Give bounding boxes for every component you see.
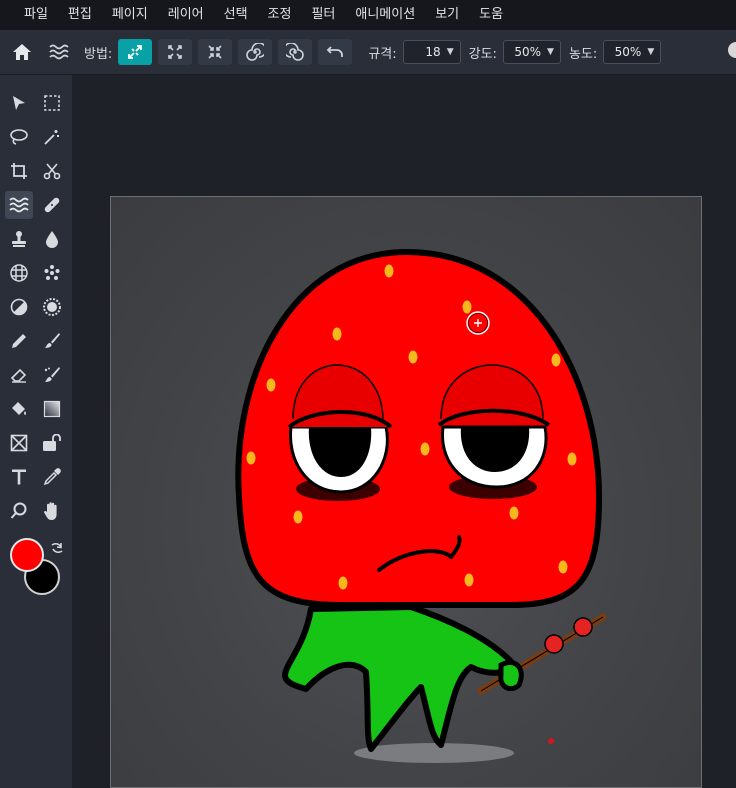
menu-page[interactable]: 페이지 (102, 0, 158, 30)
liquify-icon (46, 38, 74, 66)
blur-tool[interactable] (38, 225, 66, 253)
dots-tool[interactable] (38, 259, 66, 287)
expand-icon (168, 45, 183, 59)
scissors-tool[interactable] (38, 157, 66, 185)
menu-file[interactable]: 파일 (14, 0, 58, 30)
eyedropper-tool[interactable] (38, 463, 66, 491)
shrink-icon (208, 45, 222, 59)
stamp-icon (12, 231, 26, 247)
magic-wand-tool[interactable] (38, 123, 66, 151)
gradient-tool[interactable] (38, 395, 66, 423)
menu-edit[interactable]: 편집 (58, 0, 102, 30)
shape-tool[interactable] (5, 429, 33, 457)
dodge-icon (10, 298, 28, 316)
tool-panel (0, 75, 72, 788)
bucket-tool[interactable] (5, 395, 33, 423)
size-label: 규격: (368, 46, 397, 62)
move-icon (13, 96, 25, 110)
swap-colors-icon[interactable] (50, 540, 64, 559)
swirl-right-button[interactable] (238, 39, 273, 65)
text-tool[interactable] (5, 463, 33, 491)
swirl-left-button[interactable] (278, 39, 313, 65)
density-label: 농도: (568, 46, 598, 62)
pixelate-icon (10, 264, 28, 282)
eyedropper-icon (43, 468, 61, 486)
menu-layer[interactable]: 레이어 (158, 0, 214, 30)
move-tool[interactable] (5, 89, 33, 117)
home-icon[interactable] (8, 38, 36, 66)
crop-tool[interactable] (5, 157, 33, 185)
smudge-brush-icon (44, 367, 60, 382)
strength-value: 50% (514, 45, 542, 59)
menu-view[interactable]: 보기 (425, 0, 469, 30)
menu-adjust[interactable]: 조정 (258, 0, 302, 30)
healing-tool[interactable] (38, 191, 66, 219)
gradient-icon (43, 400, 61, 418)
density-select[interactable]: 50% ▼ (603, 40, 662, 64)
eraser-icon (10, 368, 27, 383)
foreground-color-swatch[interactable] (10, 538, 44, 572)
scissors-icon (43, 163, 61, 180)
pencil-tool[interactable] (5, 327, 33, 355)
sponge-tool[interactable] (38, 293, 66, 321)
shape-icon (10, 434, 28, 452)
shrink-mode-button[interactable] (198, 39, 233, 65)
lock-shape-icon (43, 434, 61, 451)
marquee-icon (44, 95, 60, 111)
magic-wand-icon (44, 130, 59, 145)
text-icon (12, 469, 26, 485)
strength-select[interactable]: 50% ▼ (502, 40, 561, 64)
expand-mode-button[interactable] (158, 39, 193, 65)
menu-select[interactable]: 선택 (214, 0, 258, 30)
push-icon (128, 45, 143, 59)
size-select[interactable]: 18 ▼ (402, 40, 461, 64)
sponge-icon (43, 298, 61, 316)
image-canvas[interactable] (110, 196, 702, 788)
healing-icon (44, 197, 60, 213)
menu-bar: 파일 편집 페이지 레이어 선택 조정 필터 애니메이션 보기 도움 (0, 0, 736, 30)
bucket-icon (12, 402, 26, 415)
chevron-down-icon: ▼ (446, 47, 454, 57)
strawberry-character-artwork (235, 248, 607, 763)
marquee-tool[interactable] (38, 89, 66, 117)
density-value: 50% (614, 45, 642, 59)
swirl-right-icon (246, 43, 265, 61)
liquify-tool[interactable] (5, 191, 33, 219)
menu-help[interactable]: 도움 (469, 0, 513, 30)
eraser-tool[interactable] (5, 361, 33, 389)
lasso-icon (10, 129, 28, 145)
stamp-tool[interactable] (5, 225, 33, 253)
pixelate-tool[interactable] (5, 259, 33, 287)
options-toolbar: 방법: 규격: 18 ▼ 강도: 50% ▼ 농도: 50% ▼ (0, 30, 736, 75)
chevron-down-icon: ▼ (547, 47, 554, 57)
undo-mode-button[interactable] (318, 39, 353, 65)
pencil-icon (12, 334, 26, 348)
dodge-tool[interactable] (5, 293, 33, 321)
liquify-icon (9, 197, 29, 213)
strength-label: 강도: (468, 46, 497, 62)
size-value: 18 (425, 45, 441, 59)
push-mode-button[interactable] (118, 39, 153, 65)
lasso-tool[interactable] (5, 123, 33, 151)
brush-icon (45, 333, 60, 348)
dots-icon (44, 265, 60, 280)
blur-drop-icon (46, 231, 58, 248)
method-label: 방법: (84, 46, 113, 62)
crop-icon (11, 163, 27, 179)
zoom-icon (10, 502, 27, 519)
chevron-down-icon: ▼ (647, 47, 655, 57)
swirl-left-icon (286, 43, 305, 61)
menu-filter[interactable]: 필터 (301, 0, 345, 30)
undo-icon (327, 46, 344, 57)
lock-shape-tool[interactable] (38, 429, 66, 457)
hand-tool[interactable] (38, 497, 66, 525)
smudge-brush-tool[interactable] (38, 361, 66, 389)
hand-icon (44, 502, 57, 520)
menu-animation[interactable]: 애니메이션 (345, 0, 425, 30)
brush-tool[interactable] (38, 327, 66, 355)
zoom-tool[interactable] (5, 497, 33, 525)
